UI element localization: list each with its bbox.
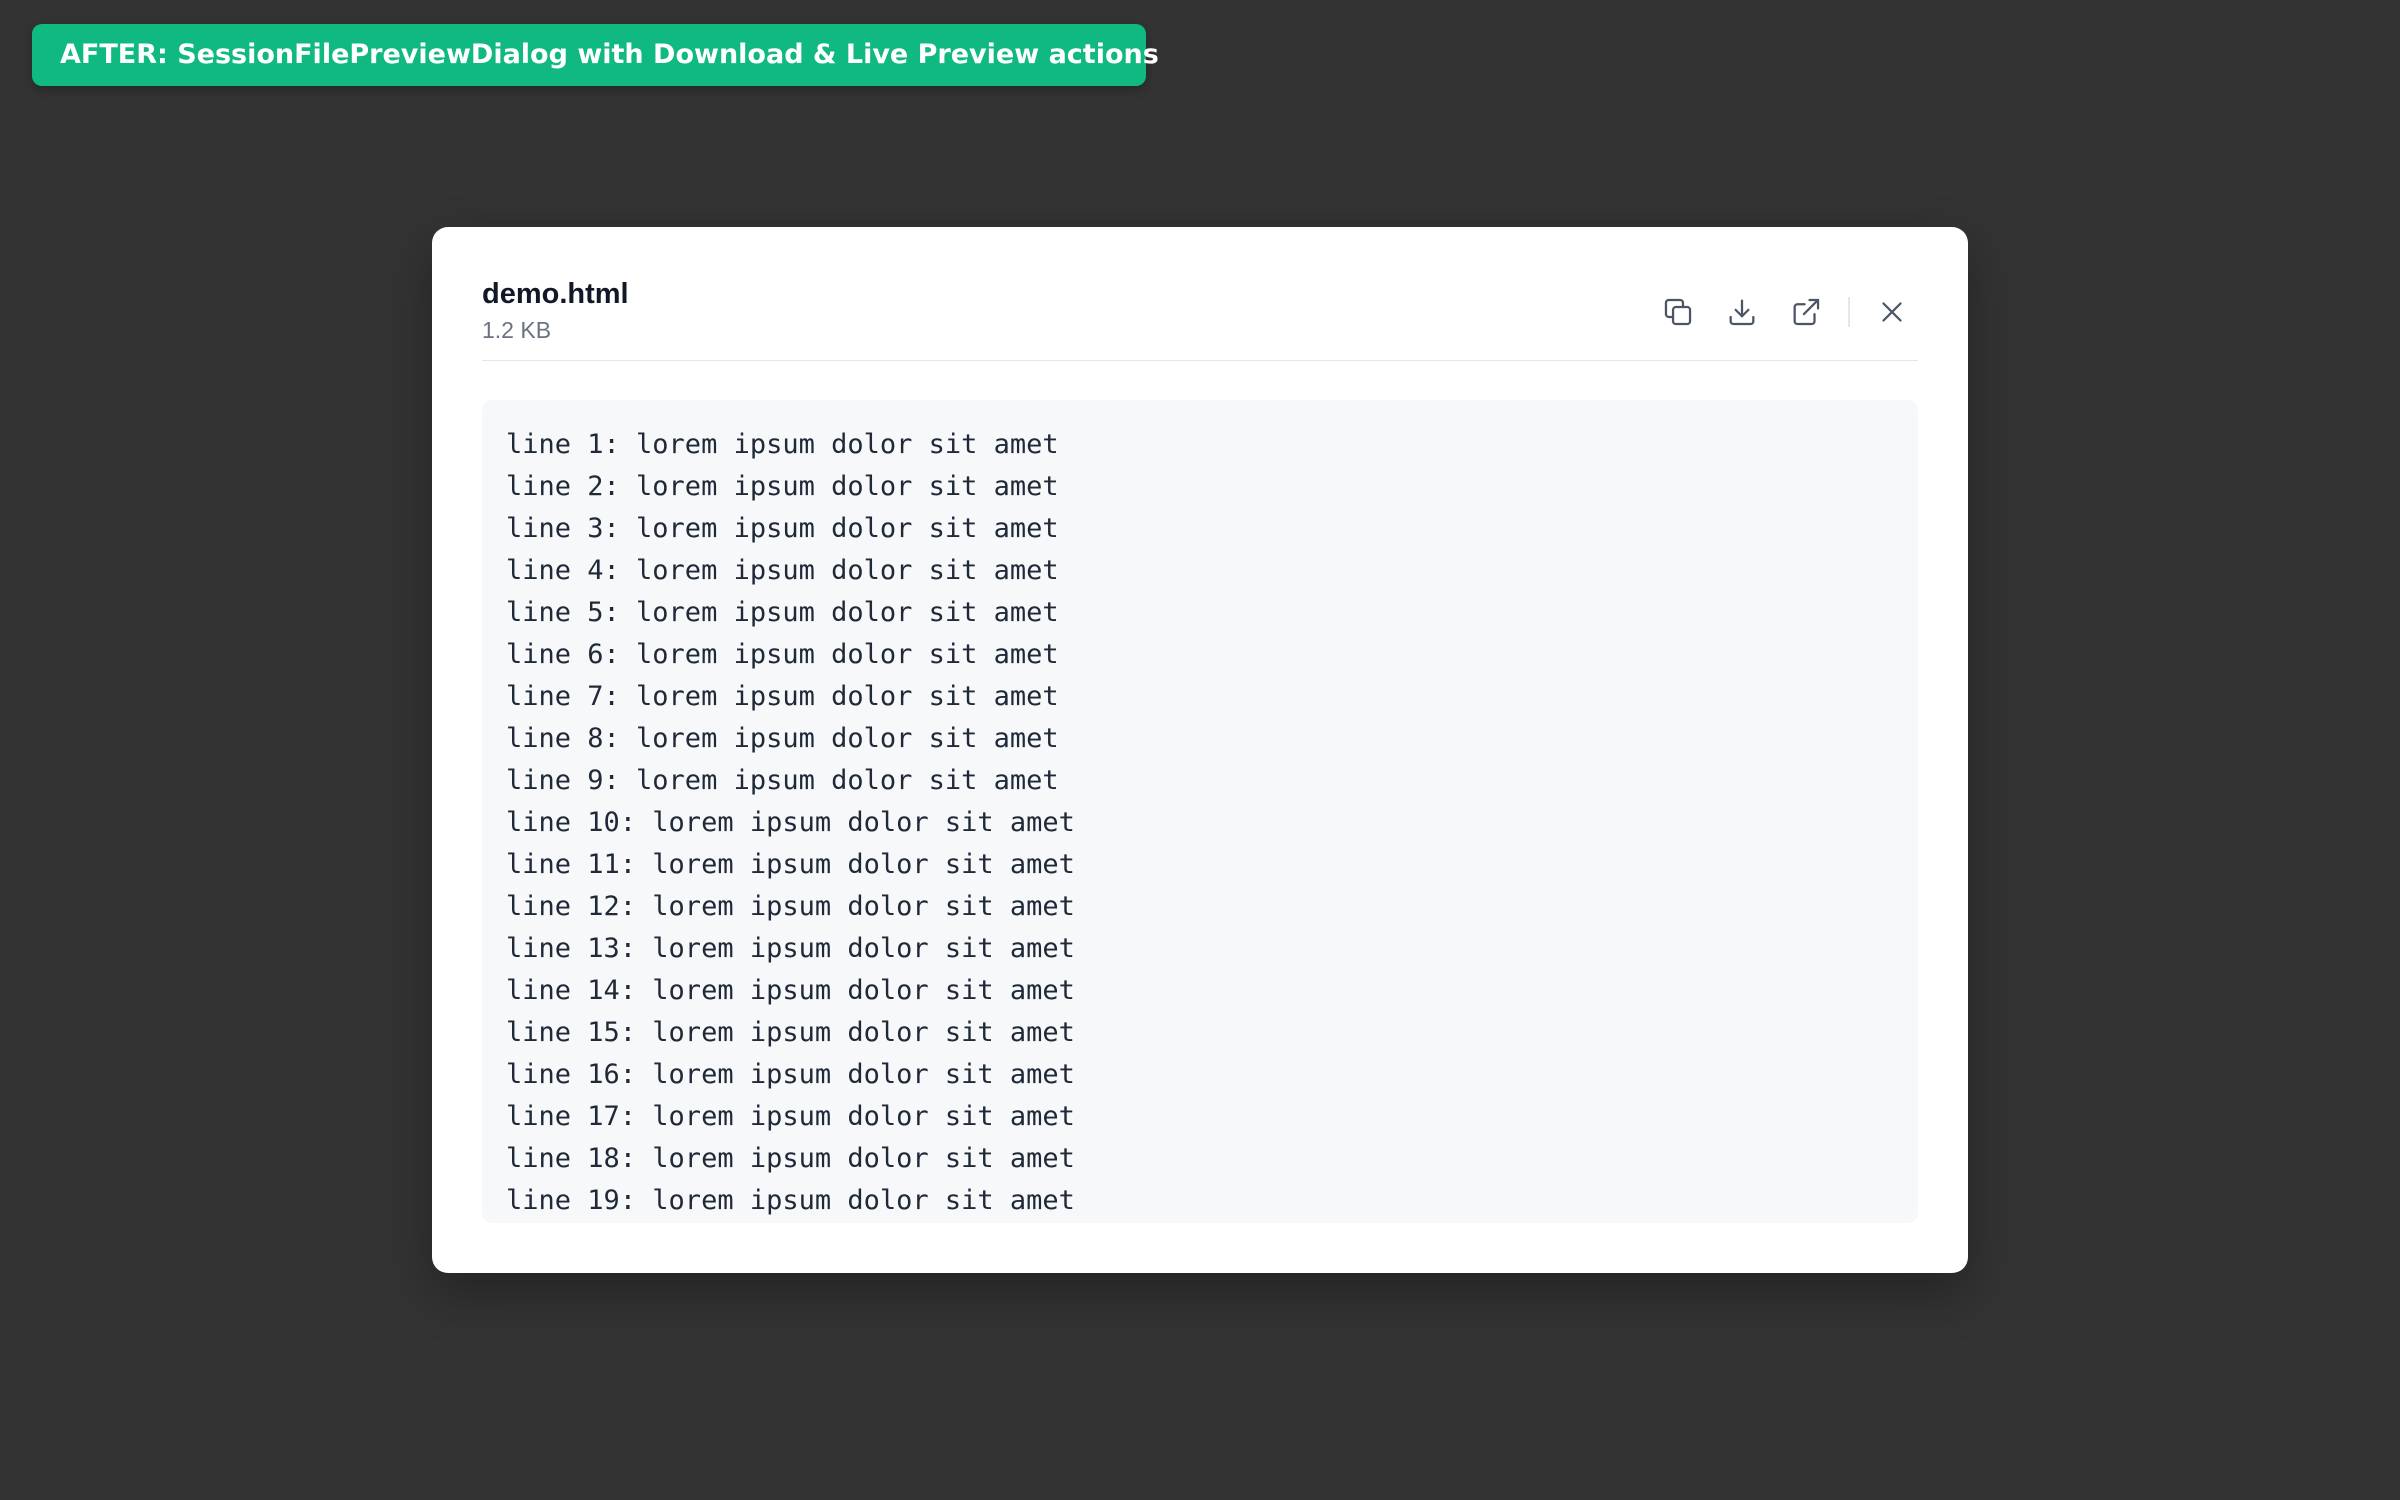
session-file-preview-dialog: demo.html 1.2 KB line 1: lorem ipsum dol… bbox=[432, 227, 1968, 1273]
code-line: line 3: lorem ipsum dolor sit amet bbox=[506, 513, 1059, 544]
code-line: line 4: lorem ipsum dolor sit amet bbox=[506, 555, 1059, 586]
code-line: line 6: lorem ipsum dolor sit amet bbox=[506, 639, 1059, 670]
dialog-header: demo.html 1.2 KB bbox=[482, 275, 1918, 361]
file-size: 1.2 KB bbox=[482, 317, 552, 343]
code-line: line 16: lorem ipsum dolor sit amet bbox=[506, 1059, 1075, 1090]
code-line: line 8: lorem ipsum dolor sit amet bbox=[506, 723, 1059, 754]
file-name: demo.html bbox=[482, 278, 629, 310]
file-content-preview[interactable]: line 1: lorem ipsum dolor sit amet line … bbox=[482, 400, 1918, 1223]
code-line: line 10: lorem ipsum dolor sit amet bbox=[506, 807, 1075, 838]
code-line: line 17: lorem ipsum dolor sit amet bbox=[506, 1101, 1075, 1132]
code-line: line 11: lorem ipsum dolor sit amet bbox=[506, 849, 1075, 880]
code-line: line 1: lorem ipsum dolor sit amet bbox=[506, 429, 1059, 460]
code-line: line 5: lorem ipsum dolor sit amet bbox=[506, 597, 1059, 628]
code-line: line 19: lorem ipsum dolor sit amet bbox=[506, 1185, 1075, 1216]
download-button[interactable] bbox=[1716, 286, 1768, 338]
code-line: line 15: lorem ipsum dolor sit amet bbox=[506, 1017, 1075, 1048]
live-preview-button[interactable] bbox=[1780, 286, 1832, 338]
code-line: line 7: lorem ipsum dolor sit amet bbox=[506, 681, 1059, 712]
external-link-icon bbox=[1793, 298, 1820, 326]
annotation-banner: AFTER: SessionFilePreviewDialog with Dow… bbox=[32, 24, 1159, 86]
code-line: line 12: lorem ipsum dolor sit amet bbox=[506, 891, 1075, 922]
actions-divider bbox=[1848, 297, 1850, 327]
download-icon bbox=[1729, 299, 1755, 326]
close-icon bbox=[1882, 302, 1902, 322]
dialog-actions bbox=[1640, 287, 1918, 337]
copy-button[interactable] bbox=[1652, 286, 1704, 338]
copy-icon bbox=[1664, 298, 1692, 326]
code-line: line 14: lorem ipsum dolor sit amet bbox=[506, 975, 1075, 1006]
code-line: line 2: lorem ipsum dolor sit amet bbox=[506, 471, 1059, 502]
code-line: line 13: lorem ipsum dolor sit amet bbox=[506, 933, 1075, 964]
close-button[interactable] bbox=[1866, 286, 1918, 338]
code-line: line 9: lorem ipsum dolor sit amet bbox=[506, 765, 1059, 796]
code-line: line 18: lorem ipsum dolor sit amet bbox=[506, 1143, 1075, 1174]
